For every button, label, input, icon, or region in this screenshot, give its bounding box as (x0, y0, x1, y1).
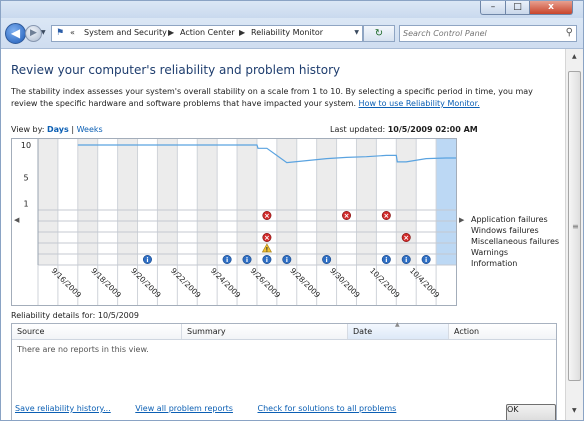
breadcrumb-separator-icon[interactable]: ▶ (168, 28, 174, 37)
information-icon-glyph: i (266, 256, 268, 264)
title-bar: – □ x (1, 1, 583, 18)
legend-information: Information (471, 259, 518, 268)
information-icon-glyph: i (246, 256, 248, 264)
search-input[interactable] (403, 26, 553, 41)
legend-application-failures: Application failures (471, 215, 548, 224)
day-column[interactable] (77, 139, 98, 265)
y-tick-label: 1 (23, 200, 28, 209)
search-box[interactable]: ⚲ (399, 25, 577, 42)
view-by-label: View by: (11, 125, 45, 134)
breadcrumb-separator-icon[interactable]: ▶ (239, 28, 245, 37)
information-icon-glyph: i (286, 256, 288, 264)
information-icon-glyph: i (385, 256, 387, 264)
scrollbar-grip-icon: ≡ (572, 222, 579, 231)
check-for-solutions-link[interactable]: Check for solutions to all problems (258, 404, 397, 413)
address-dropdown-icon[interactable]: ▼ (354, 29, 359, 36)
last-updated: Last updated: 10/5/2009 02:00 AM (330, 125, 478, 134)
information-icon-glyph: i (226, 256, 228, 264)
details-table-header: Source Summary Date Action ▲ (12, 321, 556, 340)
scroll-up-icon[interactable]: ▲ (572, 53, 577, 60)
warning-icon-glyph: ! (266, 247, 269, 254)
navigation-bar: ◀ ▶ ▼ ⚑ « System and Security ▶ Action C… (1, 18, 583, 49)
error-icon-glyph: × (383, 212, 389, 220)
error-icon-glyph: × (344, 212, 350, 220)
day-column[interactable] (97, 139, 118, 265)
scrollbar-thumb[interactable]: ≡ (568, 71, 581, 381)
empty-table-message: There are no reports in this view. (17, 345, 149, 354)
day-column[interactable] (237, 139, 257, 265)
last-updated-label: Last updated: (330, 125, 386, 134)
day-column[interactable] (296, 139, 317, 265)
day-column[interactable] (376, 139, 397, 265)
legend-miscellaneous-failures: Miscellaneous failures (471, 237, 560, 246)
day-column[interactable] (157, 139, 178, 265)
day-column[interactable] (177, 139, 198, 265)
maximize-button[interactable]: □ (505, 1, 530, 15)
sort-ascending-icon: ▲ (395, 321, 400, 328)
day-column[interactable] (57, 139, 78, 265)
chart-scroll-left-icon[interactable]: ◀ (14, 216, 19, 224)
close-button[interactable]: x (529, 1, 573, 15)
day-column[interactable] (396, 139, 417, 265)
footer-links: Save reliability history... View all pro… (15, 404, 418, 413)
error-icon-glyph: × (264, 234, 270, 242)
breadcrumb-overflow-icon[interactable]: « (70, 28, 75, 37)
stability-chart[interactable]: 10 5 1 × × × × ×! i i i i i i i i i 9/16/2009 9/18/2009 9/2… (11, 138, 457, 308)
y-tick-label: 5 (23, 174, 28, 183)
breadcrumb-system-and-security[interactable]: System and Security (84, 28, 167, 37)
breadcrumb-reliability-monitor[interactable]: Reliability Monitor (251, 28, 323, 37)
forward-button[interactable]: ▶ (25, 25, 42, 42)
chart-legend: Application failures Windows failures Mi… (471, 214, 559, 269)
y-tick-label: 10 (21, 141, 31, 150)
column-header-action[interactable]: Action (449, 324, 556, 339)
recent-pages-dropdown-icon[interactable]: ▼ (41, 29, 46, 36)
view-days-link[interactable]: Days (47, 125, 69, 134)
column-header-summary[interactable]: Summary (182, 324, 348, 339)
day-column[interactable] (137, 139, 158, 265)
help-link[interactable]: How to use Reliability Monitor. (359, 99, 480, 108)
search-icon[interactable]: ⚲ (566, 27, 573, 38)
stability-chart-svg[interactable]: 1051× × ×× ×!i i i i i i i i i9/16/2009 9/18/2009 9/2… (11, 138, 457, 306)
view-weeks-link[interactable]: Weeks (77, 125, 103, 134)
error-icon-glyph: × (264, 212, 270, 220)
reliability-monitor-window: – □ x ◀ ▶ ▼ ⚑ « System and Security ▶ Ac… (0, 0, 584, 421)
chart-scroll-right-icon[interactable]: ▶ (459, 216, 464, 224)
save-reliability-history-link[interactable]: Save reliability history... (15, 404, 111, 413)
day-column[interactable] (217, 139, 238, 265)
breadcrumb-action-center[interactable]: Action Center (180, 28, 235, 37)
back-button[interactable]: ◀ (5, 23, 26, 44)
page-description: The stability index assesses your system… (11, 86, 561, 110)
information-icon-glyph: i (326, 256, 328, 264)
view-separator: | (71, 125, 75, 134)
vertical-scrollbar[interactable]: ▲ ≡ ▼ (565, 49, 583, 420)
information-icon-glyph: i (146, 256, 148, 264)
address-bar[interactable]: ⚑ « System and Security ▶ Action Center … (51, 25, 363, 42)
day-column[interactable] (38, 139, 58, 265)
view-by-selector: View by: Days | Weeks (11, 125, 103, 134)
scroll-down-icon[interactable]: ▼ (572, 407, 577, 414)
column-header-source[interactable]: Source (12, 324, 182, 339)
information-icon-glyph: i (425, 256, 427, 264)
legend-windows-failures: Windows failures (471, 226, 539, 235)
error-icon-glyph: × (403, 234, 409, 242)
legend-warnings: Warnings (471, 248, 509, 257)
information-icon-glyph: i (405, 256, 407, 264)
minimize-button[interactable]: – (480, 1, 506, 15)
reliability-details-label: Reliability details for: 10/5/2009 (11, 311, 139, 320)
day-column[interactable] (197, 139, 218, 265)
view-all-problem-reports-link[interactable]: View all problem reports (135, 404, 233, 413)
ok-button[interactable]: OK (506, 404, 556, 420)
last-updated-value: 10/5/2009 02:00 AM (387, 125, 478, 134)
day-column[interactable] (356, 139, 377, 265)
page-title: Review your computer's reliability and p… (11, 63, 341, 77)
refresh-button[interactable]: ↻ (363, 25, 395, 42)
main-content: Review your computer's reliability and p… (1, 49, 565, 420)
control-panel-flag-icon: ⚑ (56, 28, 65, 38)
day-column[interactable] (117, 139, 138, 265)
